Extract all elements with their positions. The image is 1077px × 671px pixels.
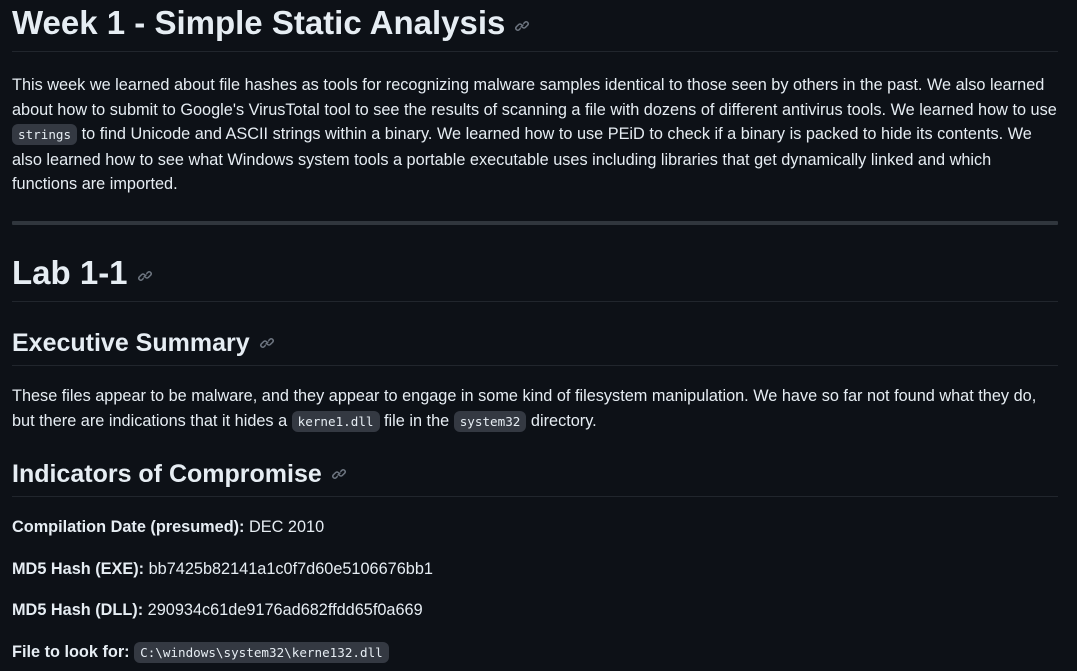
summary-text-3: directory. — [526, 411, 597, 430]
executive-summary-anchor[interactable] — [259, 335, 275, 351]
link-icon — [137, 271, 152, 281]
link-icon — [259, 338, 274, 348]
horizontal-rule — [12, 220, 1058, 225]
file-to-look-for-label: File to look for: — [12, 642, 130, 661]
md5-exe-label: MD5 Hash (EXE): — [12, 559, 145, 578]
md5-dll-line: MD5 Hash (DLL): 290934c61de9176ad682ffdd… — [12, 598, 1058, 623]
lab-heading: Lab 1-1 — [12, 253, 1058, 302]
md5-dll-value: 290934c61de9176ad682ffdd65f0a669 — [143, 601, 423, 620]
lab-heading-text: Lab 1-1 — [12, 253, 128, 291]
executive-summary-heading: Executive Summary — [12, 327, 1058, 366]
compilation-date-label: Compilation Date (presumed): — [12, 518, 245, 537]
file-to-look-for-line: File to look for: C:\windows\system32\ke… — [12, 640, 1058, 666]
week-heading: Week 1 - Simple Static Analysis — [12, 0, 1058, 52]
file-path-code: C:\windows\system32\kerne132.dll — [134, 641, 389, 663]
md5-exe-value: bb7425b82141a1c0f7d60e5106676bb1 — [144, 559, 433, 578]
compilation-date-value: DEC 2010 — [244, 518, 325, 537]
indicators-anchor[interactable] — [331, 466, 347, 482]
md5-dll-label: MD5 Hash (DLL): — [12, 601, 144, 620]
intro-text-1: This week we learned about file hashes a… — [12, 76, 1057, 119]
markdown-body: Week 1 - Simple Static Analysis This wee… — [12, 0, 1058, 666]
executive-summary-paragraph: These files appear to be malware, and th… — [12, 384, 1058, 434]
intro-paragraph: This week we learned about file hashes a… — [12, 73, 1058, 197]
link-icon — [331, 469, 346, 480]
markdown-page: Week 1 - Simple Static Analysis This wee… — [0, 0, 1077, 671]
indicators-heading-text: Indicators of Compromise — [12, 460, 322, 489]
system32-code: system32 — [453, 410, 527, 432]
lab-heading-anchor[interactable] — [137, 268, 153, 284]
intro-text-2: to find Unicode and ASCII strings within… — [12, 125, 1032, 194]
link-icon — [515, 21, 530, 31]
compilation-date-line: Compilation Date (presumed): DEC 2010 — [12, 515, 1058, 540]
md5-exe-line: MD5 Hash (EXE): bb7425b82141a1c0f7d60e51… — [12, 557, 1058, 582]
kerne1-dll-code: kerne1.dll — [291, 410, 380, 432]
week-heading-anchor[interactable] — [514, 18, 530, 34]
week-heading-text: Week 1 - Simple Static Analysis — [12, 4, 506, 41]
summary-text-2: file in the — [379, 411, 454, 430]
indicators-heading: Indicators of Compromise — [12, 458, 1058, 498]
strings-code: strings — [12, 124, 78, 146]
executive-summary-heading-text: Executive Summary — [12, 328, 250, 357]
